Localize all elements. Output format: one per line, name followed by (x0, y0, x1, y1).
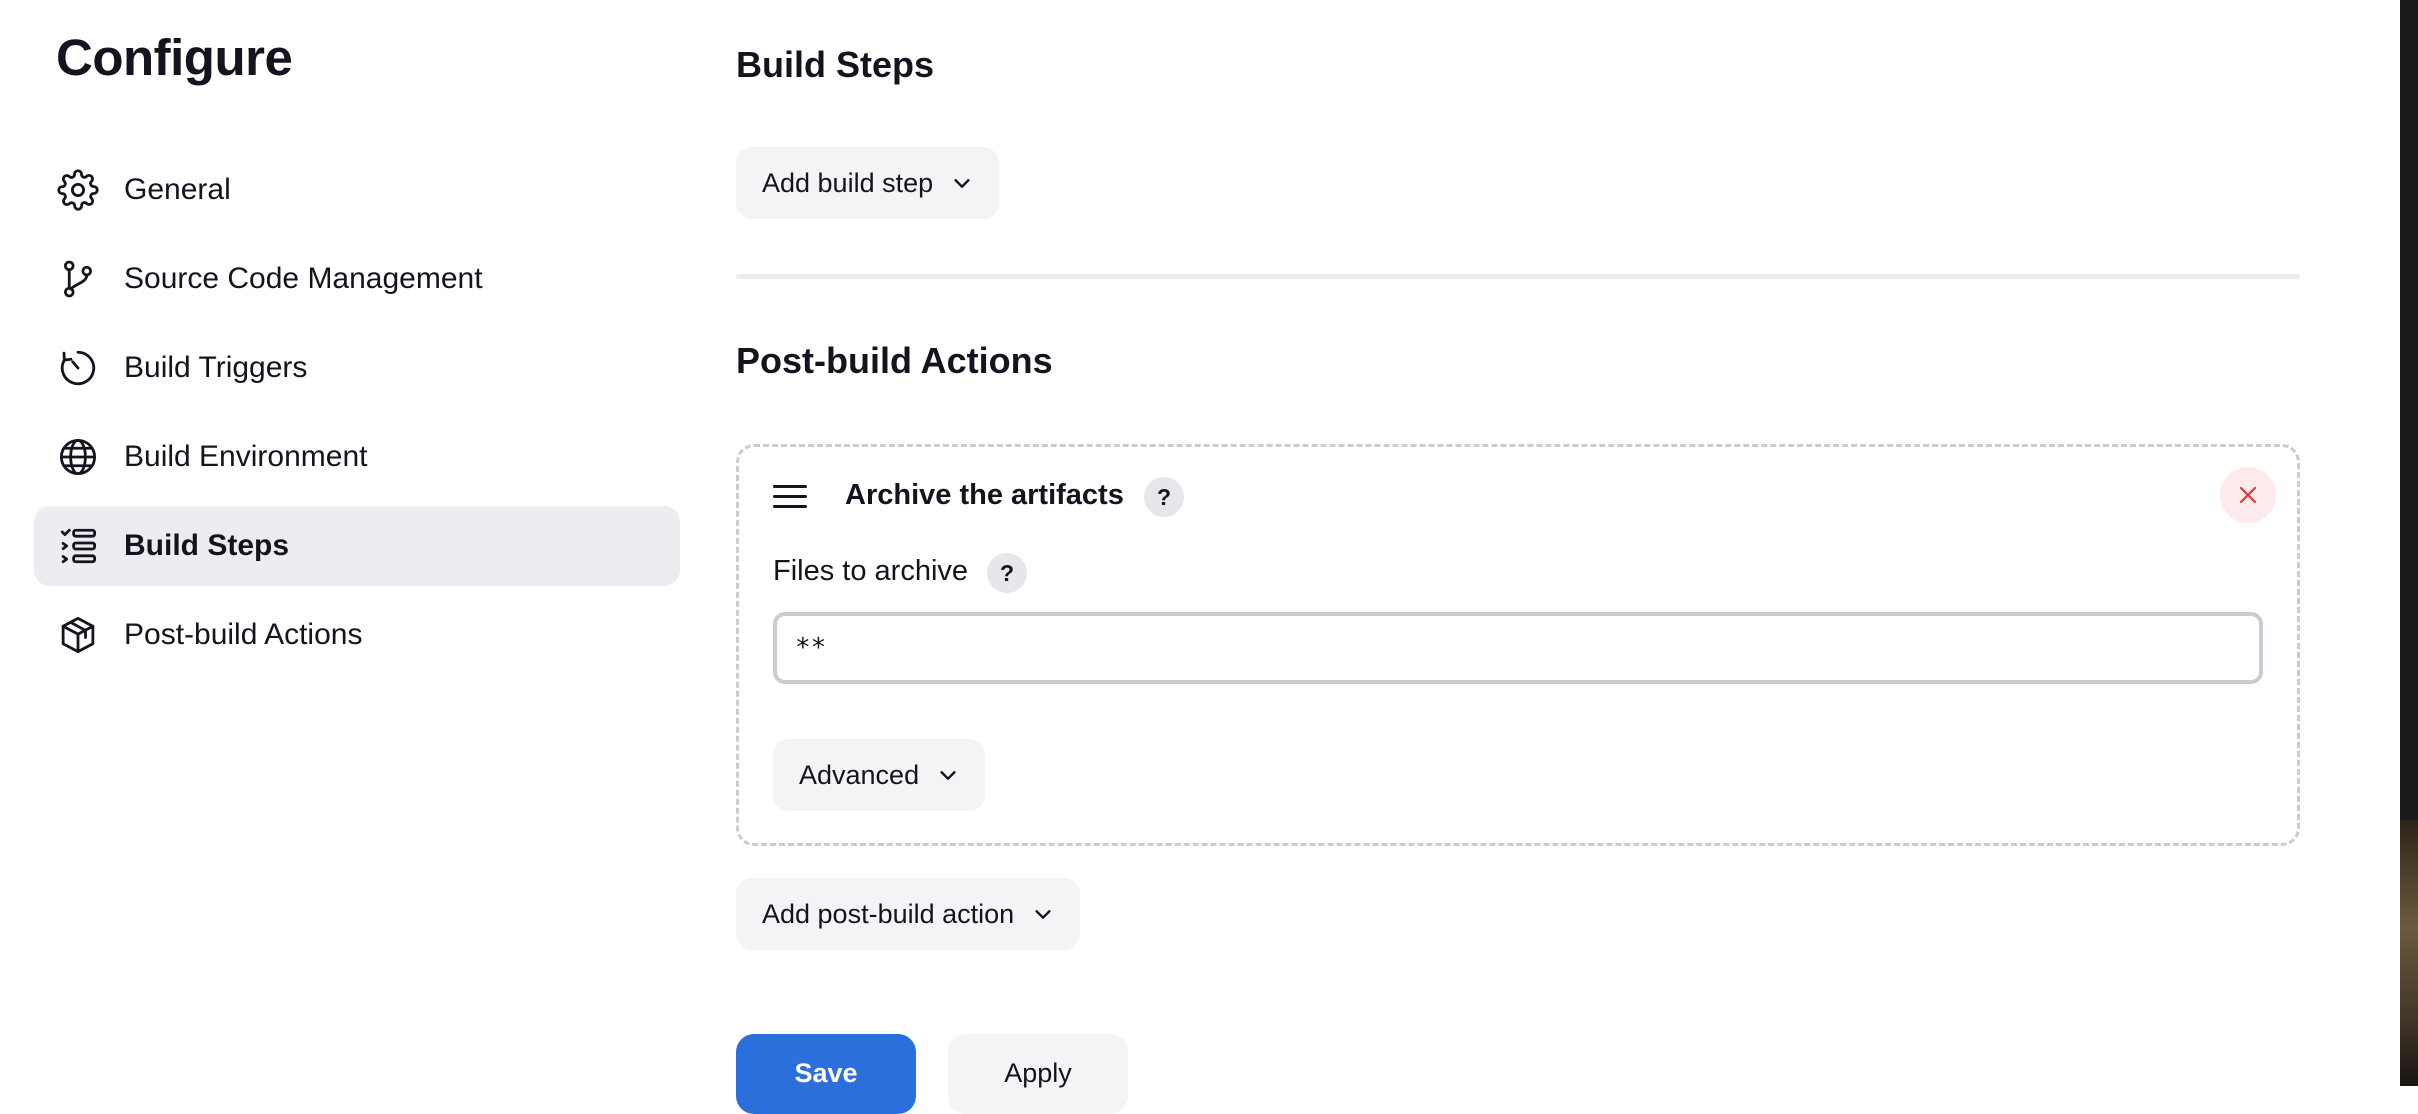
drag-handle-icon[interactable] (773, 485, 807, 513)
gear-icon (56, 168, 100, 212)
files-to-archive-input[interactable] (773, 612, 2263, 684)
archive-artifacts-title: Archive the artifacts (845, 479, 1124, 511)
sidebar-item-label: Build Environment (124, 440, 368, 473)
archive-artifacts-help-button[interactable]: ? (1144, 477, 1184, 517)
sidebar-item-post-build-actions[interactable]: Post-build Actions (34, 595, 680, 675)
background-photo (2400, 820, 2418, 1086)
build-steps-heading: Build Steps (736, 44, 935, 85)
advanced-button[interactable]: Advanced (773, 739, 986, 811)
branch-icon (56, 257, 100, 301)
chevron-down-icon (937, 764, 959, 786)
sidebar-item-label: General (124, 173, 231, 206)
add-build-step-button[interactable]: Add build step (736, 147, 1000, 219)
files-to-archive-help-button[interactable]: ? (987, 553, 1027, 593)
advanced-label: Advanced (799, 759, 920, 790)
package-icon (56, 613, 100, 657)
apply-button[interactable]: Apply (948, 1034, 1128, 1114)
add-post-build-action-button[interactable]: Add post-build action (736, 878, 1081, 950)
sidebar-item-label: Build Steps (124, 529, 290, 562)
globe-icon (56, 435, 100, 479)
add-post-build-action-label: Add post-build action (762, 898, 1015, 929)
chevron-down-icon (1032, 903, 1054, 925)
add-build-step-label: Add build step (762, 167, 934, 198)
adjacent-window-edge (2400, 0, 2418, 1086)
remove-action-button[interactable] (2220, 467, 2276, 523)
sidebar-item-build-steps[interactable]: Build Steps (34, 506, 680, 586)
sidebar-item-build-environment[interactable]: Build Environment (34, 417, 680, 497)
post-build-actions-heading: Post-build Actions (736, 340, 1053, 381)
close-icon (2239, 486, 2257, 504)
sidebar-item-general[interactable]: General (34, 150, 680, 230)
files-to-archive-label: Files to archive (773, 555, 969, 587)
archive-artifacts-panel: Archive the artifacts ? Files to archive… (736, 444, 2300, 846)
sidebar-item-label: Source Code Management (124, 262, 483, 295)
save-button[interactable]: Save (736, 1034, 916, 1114)
sidebar-item-label: Post-build Actions (124, 618, 363, 651)
chevron-down-icon (951, 172, 973, 194)
list-icon (56, 524, 100, 568)
sidebar-item-build-triggers[interactable]: Build Triggers (34, 328, 680, 408)
clock-icon (56, 346, 100, 390)
sidebar-item-label: Build Triggers (124, 351, 308, 384)
section-divider (736, 274, 2300, 279)
sidebar-item-source-code-management[interactable]: Source Code Management (34, 239, 680, 319)
page-title: Configure (56, 29, 293, 86)
